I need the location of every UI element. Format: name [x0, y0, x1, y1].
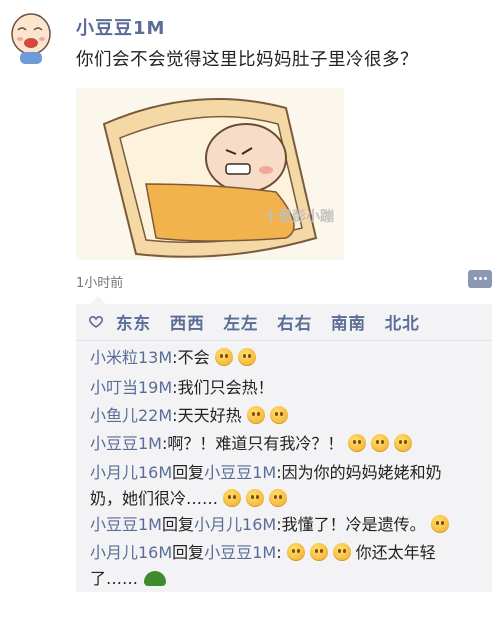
reply-to-name[interactable]: 小豆豆1M	[204, 543, 276, 562]
commenter-name[interactable]: 小豆豆1M	[90, 434, 162, 453]
comment[interactable]: 小米粒13M:不会	[90, 345, 486, 371]
post-image[interactable]: 十里彭小蹦	[76, 88, 344, 260]
comment-text: 我们只会热！	[177, 378, 274, 397]
commenter-name[interactable]: 小米粒13M	[90, 348, 172, 367]
comment[interactable]: 小豆豆1M:啊？！难道只有我冷？！	[90, 431, 486, 457]
comment-text: 我懂了！冷是遗传。	[281, 515, 426, 534]
emoji-icon	[286, 543, 305, 561]
image-watermark: 十里彭小蹦	[264, 209, 334, 225]
emoji-icon	[332, 543, 351, 561]
comment-text: 因为你的妈妈姥姥和奶	[281, 463, 442, 482]
comment[interactable]: 小叮当19M:我们只会热！	[90, 375, 486, 401]
commenter-name[interactable]: 小豆豆1M	[90, 515, 162, 534]
emoji-icon	[269, 489, 288, 507]
poster-avatar[interactable]	[6, 8, 56, 66]
comment-text: 了……	[90, 569, 139, 588]
reply-to-name[interactable]: 小月儿16M	[194, 515, 276, 534]
emoji-icon	[348, 434, 367, 452]
like-name[interactable]: 东东	[116, 314, 151, 333]
like-name[interactable]: 北北	[385, 314, 420, 333]
commenter-name[interactable]: 小叮当19M	[90, 378, 172, 397]
comment[interactable]: 小鱼儿22M:天天好热	[90, 403, 486, 429]
comment-button[interactable]	[468, 270, 492, 288]
emoji-icon	[223, 489, 242, 507]
turtle-icon	[144, 571, 167, 586]
emoji-icon	[309, 543, 328, 561]
like-name[interactable]: 左左	[224, 314, 259, 333]
like-name[interactable]: 右右	[277, 314, 312, 333]
comment-text: 奶，她们很冷……	[90, 489, 219, 508]
likes-row: 东东 西西 左左 右右 南南 北北	[76, 304, 492, 341]
reply-to-name[interactable]: 小豆豆1M	[204, 463, 276, 482]
comment-text: 你还太年轻	[355, 543, 436, 562]
reply-label: 回复	[162, 515, 195, 534]
emoji-icon	[237, 348, 256, 366]
commenter-name[interactable]: 小月儿16M	[90, 543, 172, 562]
emoji-icon	[394, 434, 413, 452]
commenter-name[interactable]: 小鱼儿22M	[90, 406, 172, 425]
comment-text: 啊？！难道只有我冷？！	[167, 434, 344, 453]
post-time: 1小时前	[76, 276, 124, 291]
comment-text: 不会	[177, 348, 210, 367]
comment[interactable]: 小豆豆1M回复小月儿16M:我懂了！冷是遗传。	[90, 512, 486, 538]
emoji-icon	[430, 515, 449, 533]
heart-icon	[89, 315, 103, 328]
reply-label: 回复	[172, 463, 205, 482]
likes-comments-panel: 东东 西西 左左 右右 南南 北北 小米粒13M:不会 小叮当19M:我们只会热…	[76, 296, 492, 592]
emoji-icon	[214, 348, 233, 366]
emoji-icon	[269, 406, 288, 424]
comment-text: 天天好热	[177, 406, 242, 425]
post-text: 你们会不会觉得这里比妈妈肚子里冷很多？	[76, 50, 418, 70]
like-name[interactable]: 南南	[331, 314, 366, 333]
emoji-icon	[246, 489, 265, 507]
emoji-icon	[246, 406, 265, 424]
comment[interactable]: 小月儿16M回复小豆豆1M:因为你的妈妈姥姥和奶 奶，她们很冷……	[90, 460, 486, 512]
like-names: 东东 西西 左左 右右 南南 北北	[116, 310, 432, 334]
emoji-icon	[371, 434, 390, 452]
reply-label: 回复	[172, 543, 205, 562]
comment[interactable]: 小月儿16M回复小豆豆1M: 你还太年轻 了……	[90, 540, 486, 592]
poster-name[interactable]: 小豆豆1M	[76, 14, 165, 40]
commenter-name[interactable]: 小月儿16M	[90, 463, 172, 482]
like-name[interactable]: 西西	[170, 314, 205, 333]
